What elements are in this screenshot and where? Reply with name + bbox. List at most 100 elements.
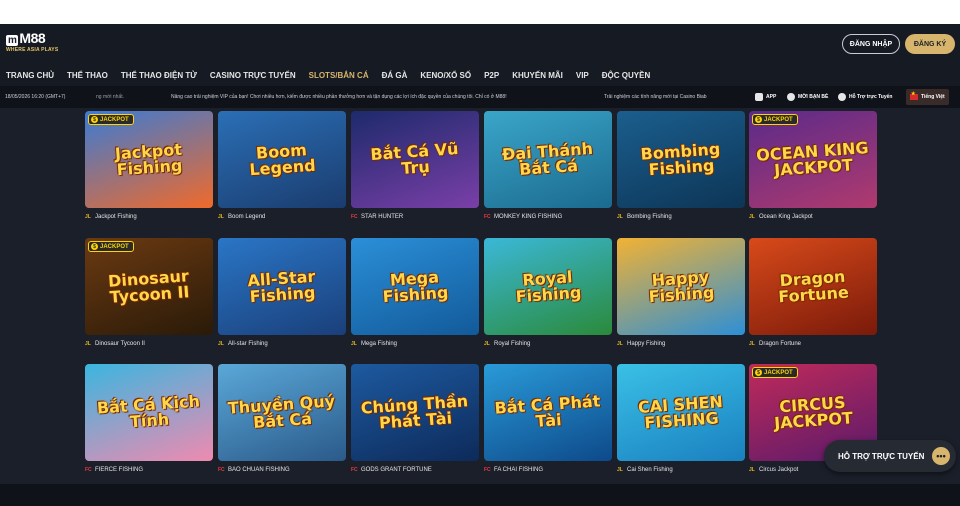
game-card[interactable]: Mega Fishing JL Mega Fishing (351, 238, 479, 347)
refer-label: MỜI BẠN BÈ (798, 94, 829, 100)
game-thumbnail[interactable]: $ JACKPOT Jackpot Fishing (85, 111, 213, 208)
nav-item[interactable]: ĐỘC QUYỀN (602, 71, 650, 80)
game-art-title: CIRCUS JACKPOT (773, 392, 854, 433)
game-card[interactable]: Dragon Fortune JL Dragon Fortune (749, 238, 877, 347)
game-thumbnail[interactable]: Bắt Cá Vũ Trụ (351, 111, 479, 208)
game-card[interactable]: Bắt Cá Vũ Trụ FC STAR HUNTER (351, 111, 479, 220)
jili-provider-icon: JL (85, 341, 91, 347)
game-thumbnail[interactable]: Royal Fishing (484, 238, 612, 335)
game-card[interactable]: $ JACKPOT Jackpot Fishing JL Jackpot Fishing (85, 111, 213, 220)
vietnam-flag-icon (910, 91, 918, 100)
game-name: Circus Jackpot (759, 467, 799, 473)
game-art-title: Đại Thánh Bắt Cá (501, 138, 594, 179)
game-thumbnail[interactable]: Mega Fishing (351, 238, 479, 335)
game-card[interactable]: $ JACKPOT OCEAN KING JACKPOT JL Ocean King J… (749, 111, 877, 220)
game-card[interactable]: Bắt Cá Phát Tài FC FA CHAI FISHING (484, 364, 612, 473)
game-thumbnail[interactable]: All-Star Fishing (218, 238, 346, 335)
game-art-title: All-Star Fishing (246, 266, 316, 306)
game-card[interactable]: Royal Fishing JL Royal Fishing (484, 238, 612, 347)
jackpot-badge: $ JACKPOT (752, 114, 798, 125)
game-card[interactable]: CAI SHEN FISHING JL Cai Shen Fishing (617, 364, 745, 473)
jili-provider-icon: JL (749, 467, 755, 473)
game-art-title: OCEAN KING JACKPOT (755, 137, 870, 180)
fa-chai-provider-icon: FC (351, 214, 358, 220)
game-card[interactable]: Thuyền Quý Bắt Cá FC BAO CHUAN FISHING (218, 364, 346, 473)
logo-brand-text: M88 (19, 30, 46, 46)
game-art-title: Dragon Fortune (777, 266, 850, 306)
game-caption: JL Royal Fishing (484, 341, 612, 347)
game-name: Cai Shen Fishing (627, 467, 673, 473)
game-caption: JL Bombing Fishing (617, 214, 745, 220)
game-art-title: Mega Fishing (382, 266, 449, 306)
jackpot-badge: $ JACKPOT (88, 114, 134, 125)
jili-provider-icon: JL (218, 214, 224, 220)
game-card[interactable]: Happy Fishing JL Happy Fishing (617, 238, 745, 347)
brand-logo[interactable]: m M88 WHERE ASIA PLAYS (6, 30, 66, 60)
game-art-title: Dinosaur Tycoon II (107, 265, 190, 307)
game-art-title: Boom Legend (248, 139, 317, 179)
game-thumbnail[interactable]: $ JACKPOT Dinosaur Tycoon II (85, 238, 213, 335)
game-thumbnail[interactable]: CAI SHEN FISHING (617, 364, 745, 461)
nav-item[interactable]: KHUYẾN MÃI (512, 71, 563, 80)
nav-item[interactable]: ĐÁ GÀ (382, 71, 408, 80)
game-art-title: Bombing Fishing (640, 138, 721, 179)
game-caption: FC FA CHAI FISHING (484, 467, 612, 473)
register-button[interactable]: ĐĂNG KÝ (905, 34, 955, 54)
game-card[interactable]: Boom Legend JL Boom Legend (218, 111, 346, 220)
nav-item[interactable]: CASINO TRỰC TUYẾN (210, 71, 296, 80)
site-header (0, 24, 960, 64)
game-art-title: Bắt Cá Kịch Tính (96, 390, 201, 431)
game-name: Dinosaur Tycoon II (95, 341, 145, 347)
game-caption: FC STAR HUNTER (351, 214, 479, 220)
jili-provider-icon: JL (85, 214, 91, 220)
nav-item[interactable]: THỂ THAO ĐIỆN TỬ (121, 71, 197, 80)
game-thumbnail[interactable]: Bắt Cá Kịch Tính (85, 364, 213, 461)
game-thumbnail[interactable]: Chúng Thần Phát Tài (351, 364, 479, 461)
nav-item[interactable]: P2P (484, 71, 499, 80)
login-button[interactable]: ĐĂNG NHẬP (842, 34, 900, 54)
game-name: Jackpot Fishing (95, 214, 137, 220)
game-name: Royal Fishing (494, 341, 531, 347)
game-thumbnail[interactable]: $ JACKPOT OCEAN KING JACKPOT (749, 111, 877, 208)
game-name: Happy Fishing (627, 341, 666, 347)
jili-provider-icon: JL (351, 341, 357, 347)
game-thumbnail[interactable]: Đại Thánh Bắt Cá (484, 111, 612, 208)
jackpot-badge: $ JACKPOT (88, 241, 134, 252)
game-thumbnail[interactable]: Happy Fishing (617, 238, 745, 335)
game-card[interactable]: Chúng Thần Phát Tài FC GODS GRANT FORTUNE (351, 364, 479, 473)
game-card[interactable]: Đại Thánh Bắt Cá FC MONKEY KING FISHING (484, 111, 612, 220)
fa-chai-provider-icon: FC (484, 467, 491, 473)
game-art-title: Bắt Cá Vũ Trụ (369, 138, 460, 178)
user-plus-icon (787, 93, 795, 101)
jili-provider-icon: JL (484, 341, 490, 347)
language-selector[interactable]: Tiếng Việt (906, 89, 949, 105)
game-card[interactable]: Bắt Cá Kịch Tính FC FIERCE FISHING (85, 364, 213, 473)
app-link[interactable]: APP (751, 89, 781, 105)
live-support-link[interactable]: Hỗ Trợ trực Tuyến (834, 89, 897, 105)
nav-item[interactable]: VIP (576, 71, 589, 80)
refer-friend-link[interactable]: MỜI BẠN BÈ (783, 89, 833, 105)
logo-mark: m M88 (6, 30, 66, 46)
game-card[interactable]: All-Star Fishing JL All-star Fishing (218, 238, 346, 347)
game-caption: JL Boom Legend (218, 214, 346, 220)
main-nav: TRANG CHỦ THỂ THAO THỂ THAO ĐIỆN TỬ CASINO … (0, 64, 960, 86)
nav-item[interactable]: TRANG CHỦ (6, 71, 54, 80)
support-label: Hỗ Trợ trực Tuyến (849, 94, 893, 100)
jackpot-label: JACKPOT (100, 116, 129, 123)
ticker-message: ng mới nhất. (96, 94, 125, 100)
nav-item[interactable]: SLOTS/BẮN CÁ (309, 71, 369, 80)
game-card[interactable]: Bombing Fishing JL Bombing Fishing (617, 111, 745, 220)
live-chat-widget[interactable]: HỖ TRỢ TRỰC TUYẾN ••• (824, 440, 956, 472)
game-thumbnail[interactable]: Dragon Fortune (749, 238, 877, 335)
nav-item[interactable]: THỂ THAO (67, 71, 108, 80)
game-thumbnail[interactable]: Boom Legend (218, 111, 346, 208)
nav-item[interactable]: KENO/XỔ SỐ (420, 71, 471, 80)
jili-provider-icon: JL (617, 467, 623, 473)
game-thumbnail[interactable]: Thuyền Quý Bắt Cá (218, 364, 346, 461)
game-thumbnail[interactable]: Bombing Fishing (617, 111, 745, 208)
game-card[interactable]: $ JACKPOT Dinosaur Tycoon II JL Dinosaur Tyc… (85, 238, 213, 347)
phone-icon (755, 93, 763, 101)
game-thumbnail[interactable]: Bắt Cá Phát Tài (484, 364, 612, 461)
coin-icon: $ (755, 369, 762, 376)
game-caption: JL Dinosaur Tycoon II (85, 341, 213, 347)
